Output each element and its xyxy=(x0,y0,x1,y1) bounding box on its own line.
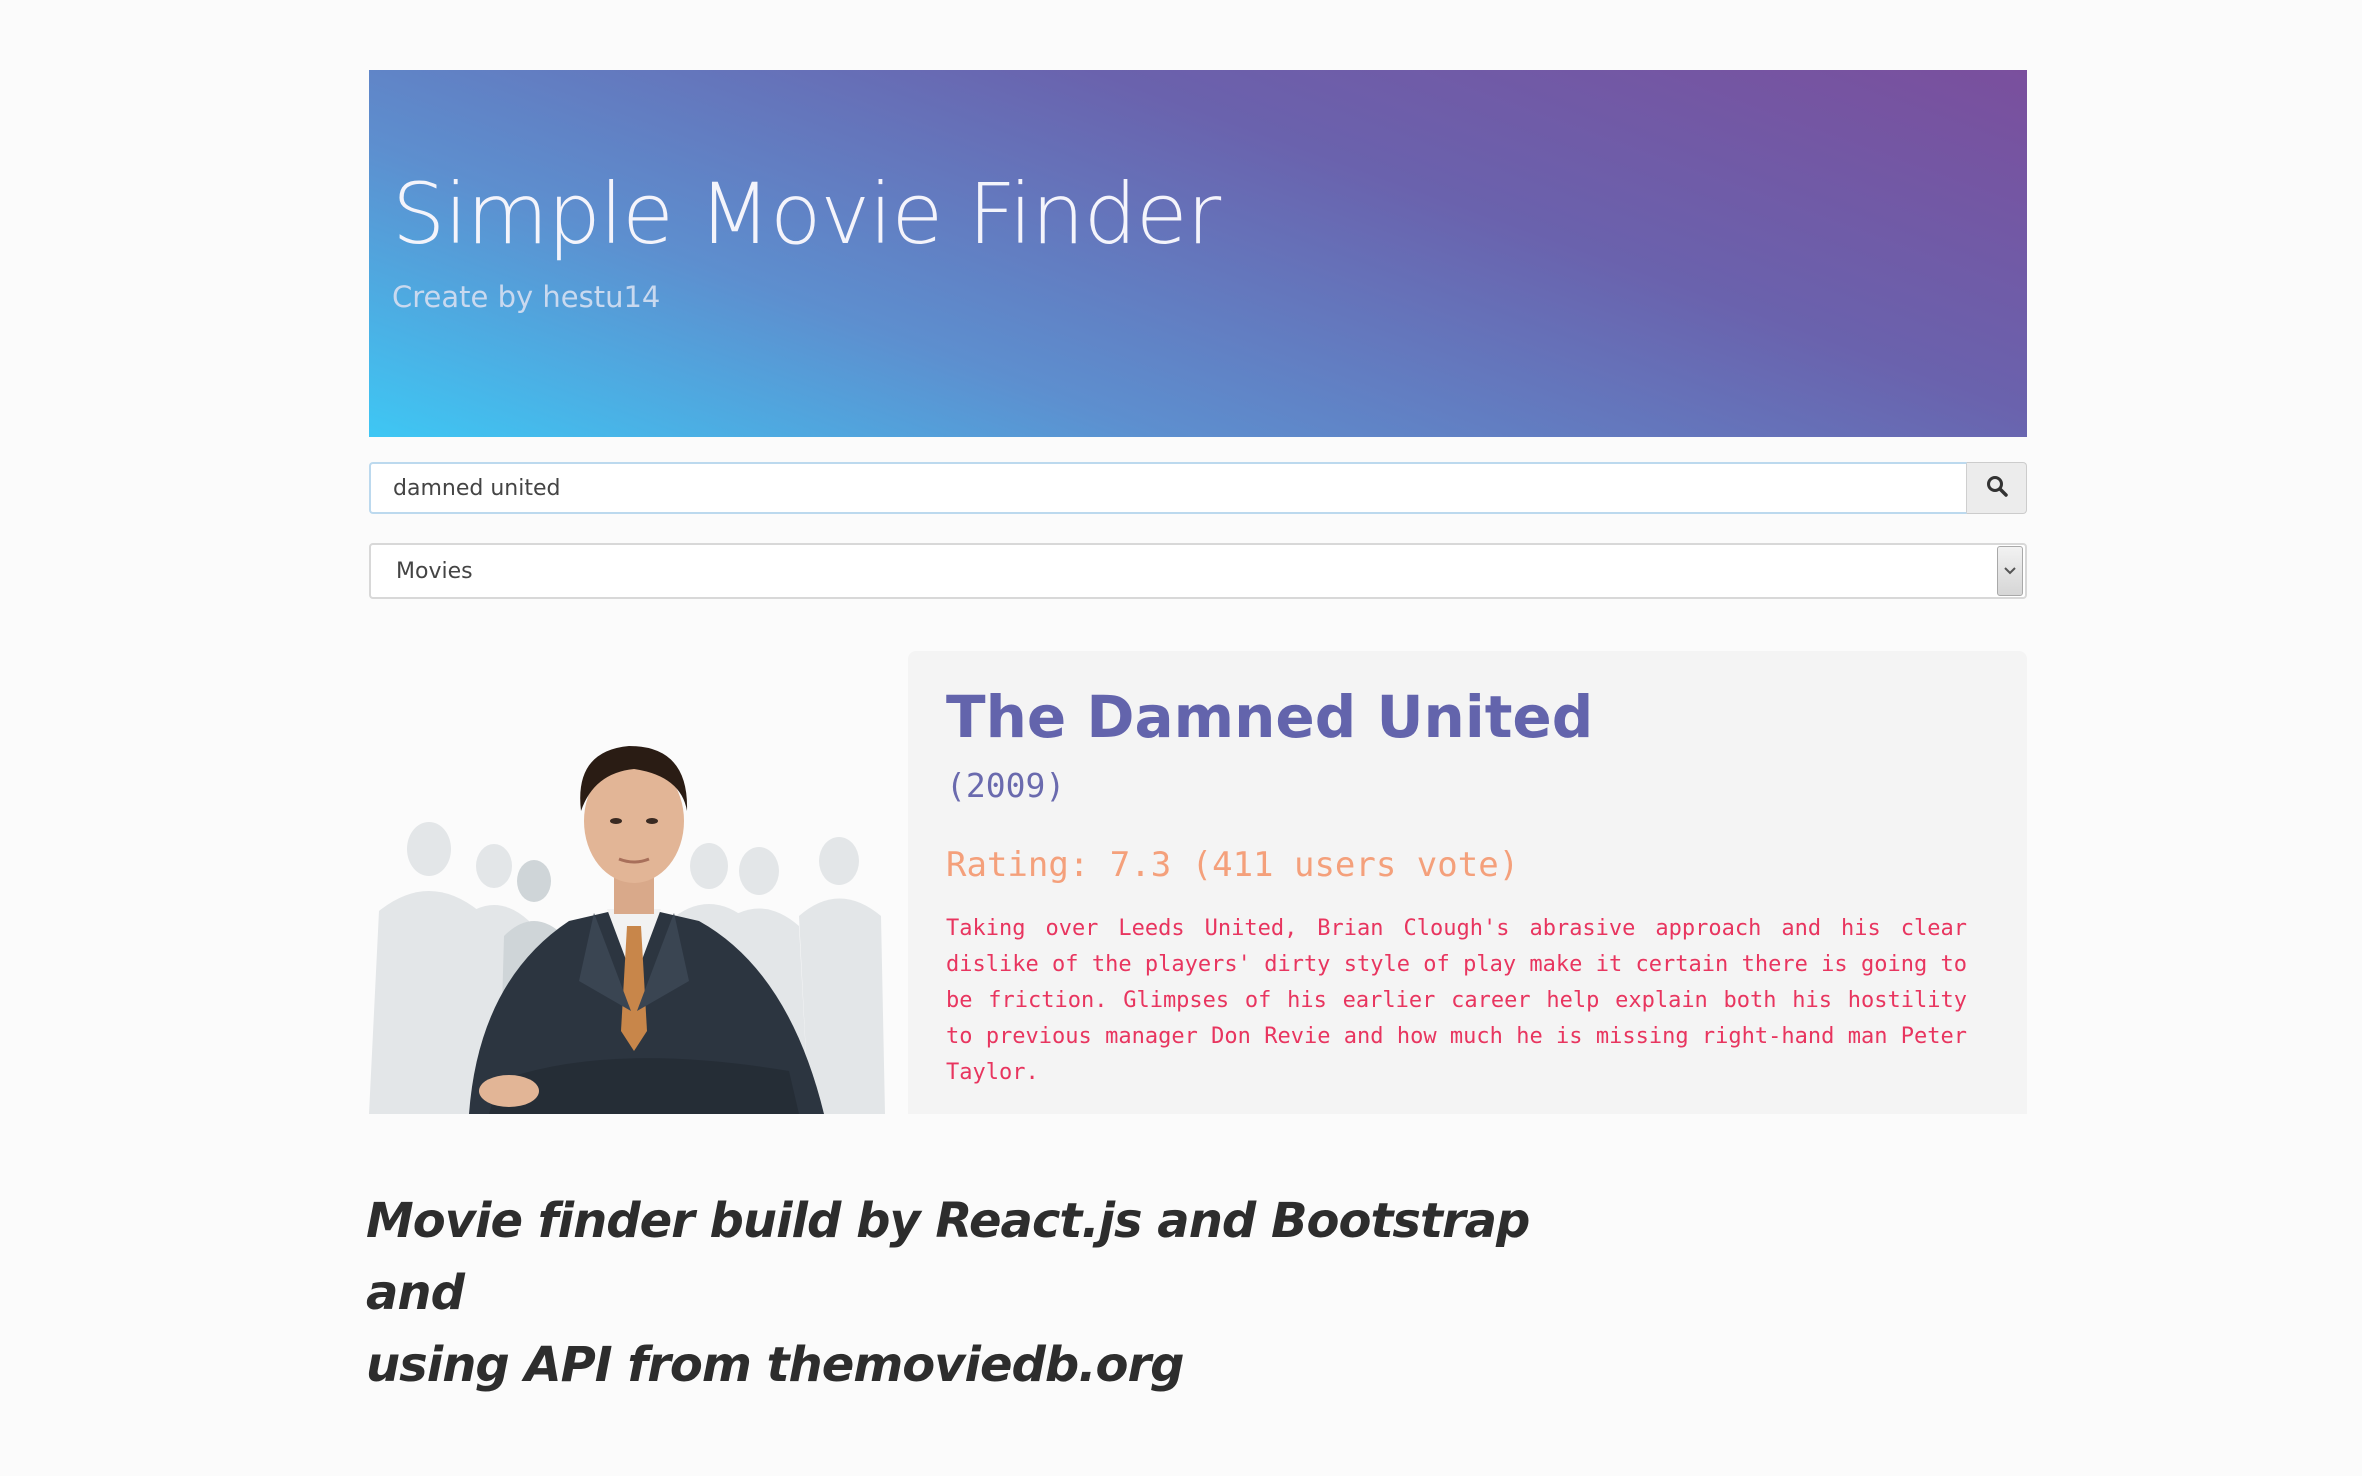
search-button[interactable] xyxy=(1967,462,2027,514)
movie-year: (2009) xyxy=(946,765,1066,805)
chevron-down-icon[interactable] xyxy=(1997,546,2023,596)
movie-title: The Damned United xyxy=(946,683,1594,751)
type-select-value: Movies xyxy=(396,558,473,584)
movie-overview: Taking over Leeds United, Brian Clough's… xyxy=(946,915,1967,1085)
search-input[interactable] xyxy=(369,462,1967,514)
page-subtitle: Create by hestu14 xyxy=(392,280,661,314)
caption-line-2: using API from themoviedb.org xyxy=(366,1337,1185,1393)
caption: Movie finder build by React.js and Boots… xyxy=(366,1185,1566,1401)
movie-rating: Rating: 7.3 (411 users vote) xyxy=(946,844,1520,885)
search-bar xyxy=(369,462,2027,514)
movie-info-panel: The Damned United (2009) Rating: 7.3 (41… xyxy=(908,651,2027,1114)
header-banner: Simple Movie Finder Create by hestu14 xyxy=(369,70,2027,437)
movie-poster xyxy=(369,651,885,1114)
page-title: Simple Movie Finder xyxy=(392,165,1221,263)
search-icon xyxy=(1985,474,2009,503)
app-container: Simple Movie Finder Create by hestu14 Mo… xyxy=(369,70,2027,1114)
caption-line-1: Movie finder build by React.js and Boots… xyxy=(366,1193,1530,1321)
type-select[interactable]: Movies xyxy=(369,543,2027,599)
movie-result: The Damned United (2009) Rating: 7.3 (41… xyxy=(369,651,2027,1114)
